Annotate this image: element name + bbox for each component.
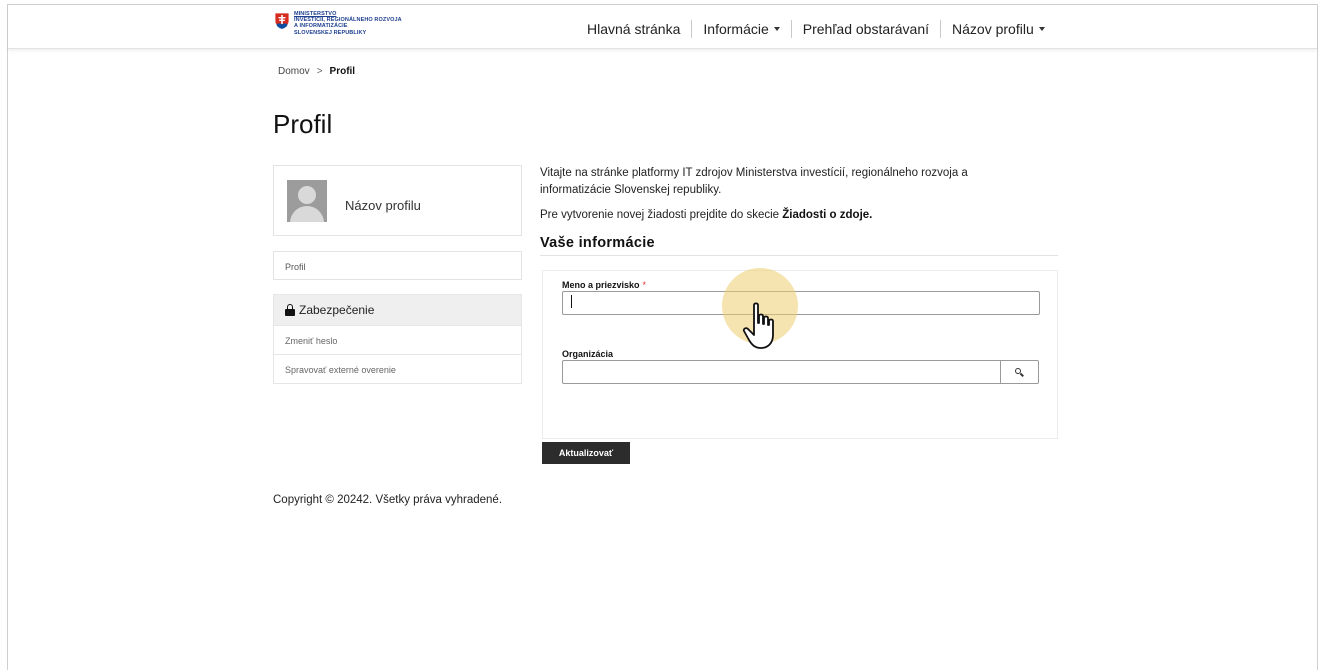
- name-label-text: Meno a priezvisko: [562, 280, 640, 290]
- breadcrumb: Domov > Profil: [278, 66, 355, 77]
- nav-item-profile-menu[interactable]: Názov profilu: [941, 21, 1056, 37]
- nav-label: Prehľad obstarávaní: [802, 21, 930, 37]
- lock-icon: [285, 304, 295, 316]
- organization-label: Organizácia: [562, 349, 614, 359]
- requests-hint: Pre vytvorenie novej žiadosti prejdite d…: [540, 209, 872, 221]
- full-name-field[interactable]: [562, 291, 1040, 315]
- name-label: Meno a priezvisko *: [562, 280, 646, 290]
- breadcrumb-current: Profil: [329, 66, 356, 77]
- text-cursor: [571, 295, 572, 308]
- sidebar-item-profil[interactable]: Profil: [273, 251, 522, 280]
- nav-label: Informácie: [703, 21, 769, 37]
- breadcrumb-separator: >: [316, 66, 323, 77]
- breadcrumb-home-link[interactable]: Domov: [278, 66, 310, 77]
- required-mark: *: [642, 280, 647, 290]
- hand-pointer-icon: [742, 302, 774, 349]
- sidebar-section-security: Zabezpečenie: [273, 294, 522, 326]
- search-icon: [1015, 367, 1024, 377]
- page-title: Profil: [273, 109, 333, 139]
- avatar-head: [298, 186, 316, 204]
- nav-item-home[interactable]: Hlavná stránka: [587, 21, 691, 37]
- site-header: MINISTERSTVO INVESTÍCIÍ, REGIONÁLNEHO RO…: [8, 5, 1317, 49]
- update-button[interactable]: Aktualizovať: [542, 442, 630, 464]
- sidebar-item-change-password[interactable]: Zmeniť heslo: [273, 326, 522, 355]
- logo-line: SLOVENSKEJ REPUBLIKY: [294, 29, 367, 36]
- user-avatar-icon: [287, 180, 327, 222]
- sidebar-section-label: Zabezpečenie: [299, 303, 375, 317]
- nav-label: Hlavná stránka: [587, 21, 681, 37]
- section-divider: [540, 255, 1058, 256]
- profile-form: Meno a priezvisko * Organizácia: [542, 270, 1058, 439]
- requests-hint-text: Pre vytvorenie novej žiadosti prejdite d…: [540, 209, 783, 221]
- main-nav: Hlavná stránka Informácie Prehľad obstar…: [587, 19, 1056, 39]
- sidebar-item-external-auth[interactable]: Spravovať externé overenie: [273, 355, 522, 384]
- slovak-coat-of-arms-icon: [274, 12, 290, 30]
- welcome-text: Vitajte na stránke platformy IT zdrojov …: [540, 167, 968, 196]
- caret-down-icon: [1038, 27, 1045, 31]
- copyright-text: Copyright © 20242. Všetky práva vyhraden…: [273, 494, 503, 506]
- logo-text: MINISTERSTVO INVESTÍCIÍ, REGIONÁLNEHO RO…: [294, 11, 402, 36]
- organization-field[interactable]: [562, 360, 1002, 384]
- nav-item-informacie[interactable]: Informácie: [692, 21, 790, 37]
- profile-name: Názov profilu: [345, 198, 421, 213]
- nav-label: Názov profilu: [952, 21, 1034, 37]
- profile-card: Názov profilu: [273, 165, 522, 236]
- nav-item-prehlad-obstaravani[interactable]: Prehľad obstarávaní: [792, 21, 940, 37]
- caret-down-icon: [773, 27, 780, 31]
- avatar-body: [290, 206, 324, 222]
- requests-section-link[interactable]: Žiadosti o zdoje.: [782, 209, 872, 221]
- organization-search-button[interactable]: [1000, 360, 1039, 384]
- browser-viewport: MINISTERSTVO INVESTÍCIÍ, REGIONÁLNEHO RO…: [7, 4, 1318, 670]
- section-title: Vaše informácie: [540, 235, 655, 251]
- ministry-logo[interactable]: MINISTERSTVO INVESTÍCIÍ, REGIONÁLNEHO RO…: [274, 11, 434, 43]
